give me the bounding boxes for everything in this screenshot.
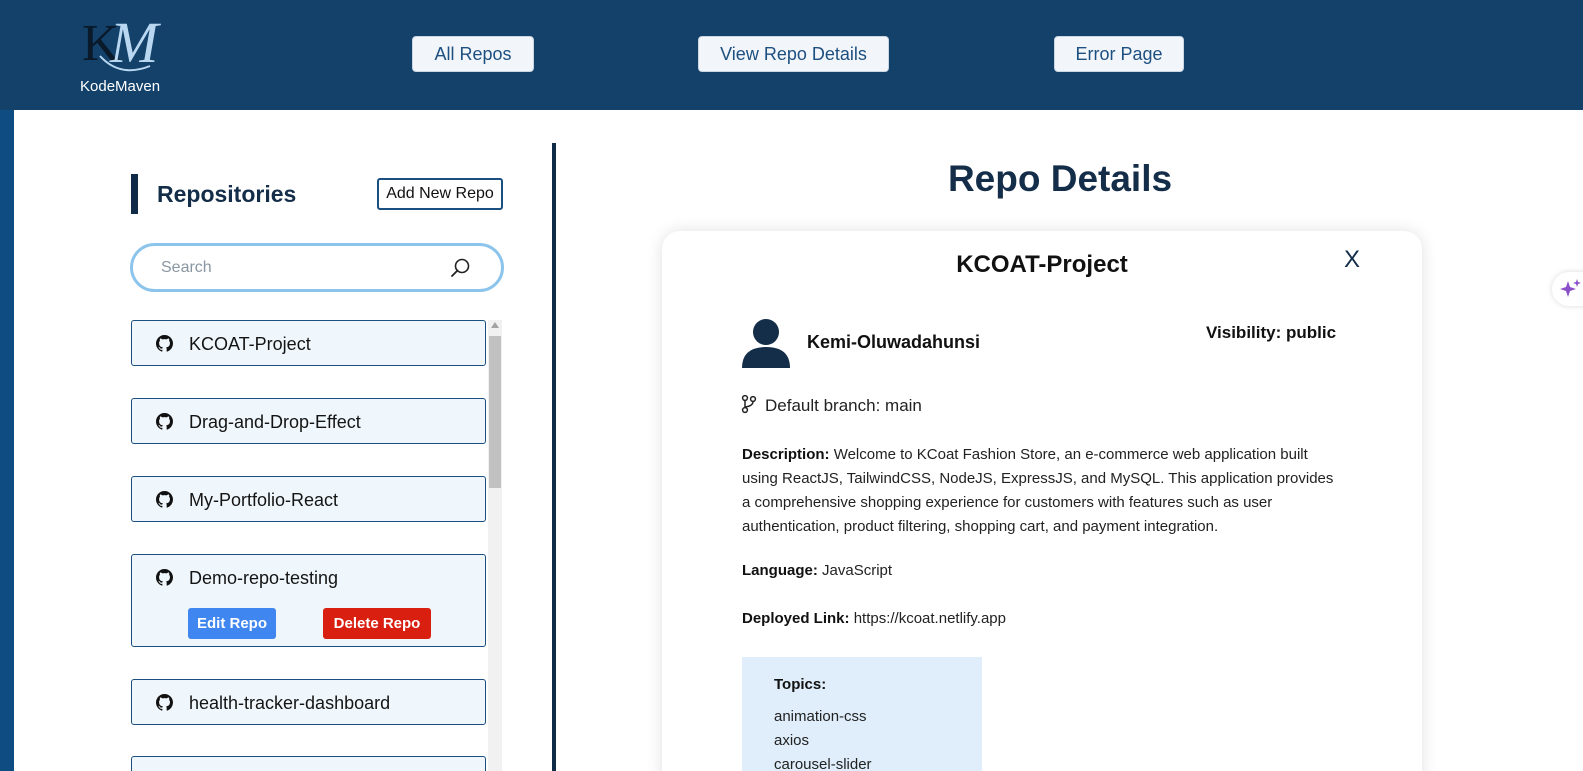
branch-value: main (885, 396, 922, 415)
delete-repo-button[interactable]: Delete Repo (323, 608, 431, 639)
repo-name: KCOAT-Project (189, 334, 311, 354)
topic-item: animation-css (774, 708, 867, 725)
topic-item: carousel-slider (774, 756, 872, 771)
repo-list-scrollbar[interactable] (488, 320, 502, 771)
deployed-link[interactable]: https://kcoat.netlify.app (854, 610, 1006, 627)
repo-name: Drag-and-Drop-Effect (189, 412, 361, 432)
search-input[interactable] (161, 258, 431, 278)
search-icon[interactable] (449, 257, 471, 279)
repo-language: Language: JavaScript (742, 562, 892, 579)
add-new-repo-button[interactable]: Add New Repo (377, 178, 503, 210)
description-label: Description: (742, 446, 830, 463)
repo-title: KCOAT-Project (956, 251, 1128, 278)
user-avatar-icon (742, 319, 790, 368)
ai-assistant-button[interactable] (1552, 272, 1583, 306)
topics-heading: Topics: (774, 676, 827, 693)
nav-all-repos-button[interactable]: All Repos (412, 36, 534, 72)
repo-details-card: KCOAT-Project X Kemi-Oluwadahunsi Visibi… (662, 231, 1422, 771)
nav-view-repo-details-button[interactable]: View Repo Details (698, 36, 889, 72)
repo-list-item[interactable]: My-Portfolio-React (131, 476, 486, 522)
page-title: Repo Details (947, 158, 1173, 199)
language-value: JavaScript (822, 562, 893, 579)
logo-text: KodeMaven (80, 78, 161, 95)
repo-name: health-tracker-dashboard (189, 693, 391, 713)
km-logo-mark-icon: K M (82, 10, 161, 75)
scrollbar-thumb[interactable] (489, 336, 501, 488)
language-label: Language: (742, 562, 818, 579)
repo-list-item[interactable]: KCOAT-Project (131, 320, 486, 366)
search-box (130, 243, 504, 292)
topic-item: axios (774, 732, 810, 749)
github-icon (156, 491, 173, 508)
sparkle-icon (1560, 279, 1581, 297)
nav-error-page-button[interactable]: Error Page (1054, 36, 1184, 72)
repositories-heading: Repositories (157, 181, 297, 207)
github-icon (156, 335, 173, 352)
repo-list-item-partial[interactable] (131, 756, 486, 771)
vertical-divider (552, 143, 556, 771)
scroll-up-arrow-icon[interactable] (491, 322, 499, 328)
description-text: Welcome to KCoat Fashion Store, an e-com… (742, 446, 1334, 535)
deployed-link-label: Deployed Link: (742, 610, 850, 627)
svg-text:M: M (109, 10, 161, 75)
top-header: K M KodeMaven All Repos View Repo Detail… (0, 0, 1583, 110)
github-icon (156, 694, 173, 711)
repo-description: Description: Welcome to KCoat Fashion St… (742, 443, 1342, 539)
repo-list: KCOAT-Project Drag-and-Drop-Effect My-Po… (131, 320, 503, 771)
github-icon (156, 413, 173, 430)
repo-name: Demo-repo-testing (189, 568, 339, 588)
kodemaven-logo[interactable]: K M KodeMaven (80, 8, 190, 98)
visibility-status: Visibility: public (1206, 323, 1336, 343)
close-icon[interactable]: X (1344, 246, 1360, 274)
edit-repo-button[interactable]: Edit Repo (188, 608, 276, 639)
repo-owner: Kemi-Oluwadahunsi (807, 332, 981, 352)
repo-list-item-selected[interactable]: Demo-repo-testing Edit Repo Delete Repo (131, 554, 486, 647)
deployed-link-row: Deployed Link: https://kcoat.netlify.app (742, 610, 1006, 627)
topics-panel: Topics: animation-css axios carousel-sli… (742, 657, 982, 771)
repo-list-item[interactable]: health-tracker-dashboard (131, 679, 486, 725)
repositories-accent-bar (131, 174, 138, 214)
repo-name: My-Portfolio-React (189, 490, 339, 510)
default-branch: Default branch: main (765, 396, 922, 416)
visibility-value: public (1286, 323, 1337, 342)
visibility-label: Visibility: (1206, 323, 1282, 342)
repo-list-item[interactable]: Drag-and-Drop-Effect (131, 398, 486, 444)
branch-label: Default branch: (765, 396, 881, 415)
github-icon (156, 569, 173, 586)
git-branch-icon (741, 394, 757, 414)
